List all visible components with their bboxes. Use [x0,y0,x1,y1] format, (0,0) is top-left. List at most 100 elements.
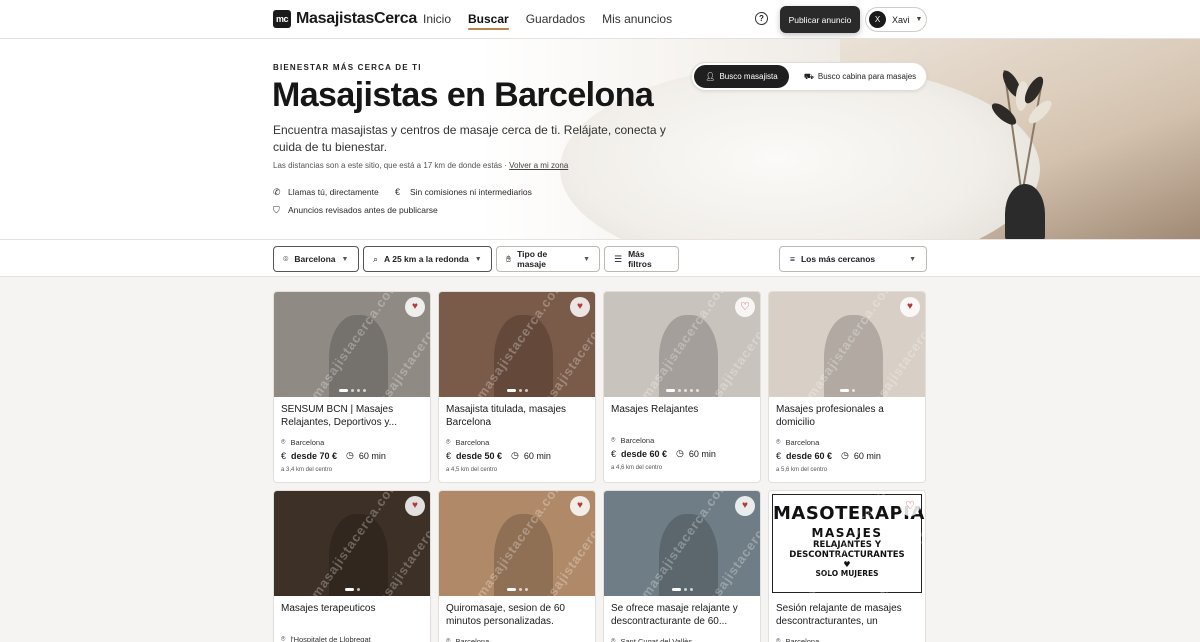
price-label: desde 60 € [786,450,833,461]
map-pin-icon: ⌾ [446,636,451,642]
listing-price: € desde 60 € ◷ 60 min [776,450,881,461]
listing-price: € desde 50 € ◷ 60 min [446,450,551,461]
listing-title[interactable]: Masajes profesionales a domicilio [776,403,920,429]
favorite-heart-icon[interactable]: ♥ [570,496,590,516]
carousel-dot[interactable] [362,389,366,392]
carousel-dot[interactable] [356,588,360,591]
feature-label: Sin comisiones ni intermediarios [410,187,532,197]
chevron-down-icon: ▼ [915,16,923,23]
duration-label: 60 min [688,448,716,459]
carousel-dot[interactable] [344,588,354,591]
listing-title[interactable]: Se ofrece masaje relajante y descontract… [611,602,755,628]
more-filters-button[interactable]: ☰ Más filtros [604,246,679,272]
listing-photo[interactable]: masajistacerca.com masajistacerca.com ♥ [274,491,430,596]
carousel-dot[interactable] [518,389,522,392]
nav-link-mis-anuncios[interactable]: Mis anuncios [602,12,672,26]
favorite-heart-icon[interactable]: ♥ [405,496,425,516]
clock-icon: ◷ [511,450,519,460]
listing-distance: a 4,5 km del centro [446,467,498,473]
carousel-dot[interactable] [671,588,681,591]
brand-logo[interactable]: mc MasajistasCerca [273,10,417,28]
back-to-my-zone-link[interactable]: Volver a mi zona [509,161,568,170]
carousel-dot[interactable] [683,588,687,591]
shield-check-icon: ⛉ [273,204,280,215]
toggle-label: Busco masajista [719,72,778,81]
feature-call-direct: ✆ Llamas tú, directamente [273,187,379,197]
price-label: desde 60 € [621,448,668,459]
toggle-busco-masajista[interactable]: 👤︎ Busco masajista [694,65,789,88]
carousel-dot[interactable] [677,389,681,392]
bed-icon: ⛟ [803,71,814,81]
nav-link-inicio[interactable]: Inicio [423,12,451,26]
carousel-dot[interactable] [338,389,348,392]
location-label: Barcelona [785,636,820,642]
listing-photo[interactable]: masajistacerca.com masajistacerca.com ♡ [604,292,760,397]
carousel-dot[interactable] [695,389,699,392]
location-label: Sant Cugat del Vallès [620,636,693,642]
favorite-heart-icon[interactable]: ♥ [570,297,590,317]
toggle-busco-cabina[interactable]: ⛟ Busco cabina para masajes [796,65,924,88]
carousel-dot[interactable] [524,588,528,591]
hero-eyebrow: BIENESTAR MÁS CERCA DE TI [273,63,422,72]
carousel-dot[interactable] [524,389,528,392]
carousel-dot[interactable] [839,389,849,392]
listing-title[interactable]: Masajista titulada, masajes Barcelona [446,403,590,429]
location-label: Barcelona [455,437,490,447]
clock-icon: ◷ [346,450,354,460]
feature-label: Anuncios revisados antes de publicarse [288,205,438,215]
nav-link-guardados[interactable]: Guardados [526,12,585,26]
listing-card[interactable]: masajistacerca.com masajistacerca.com ♥ SEN… [273,291,431,483]
nav-link-buscar[interactable]: Buscar [468,12,509,30]
carousel-dot[interactable] [851,389,855,392]
carousel-dots [604,588,760,591]
radius-filter-button[interactable]: ⌕ A 25 km a la redonda ▼ [363,246,492,272]
carousel-dot[interactable] [350,389,354,392]
more-filters-label: Más filtros [628,249,652,269]
listing-photo[interactable]: MASOTERAPIA MASAJES RELAJANTES Y DESCONTRAC… [769,491,925,596]
listing-title[interactable]: SENSUM BCN | Masajes Relajantes, Deporti… [281,403,425,429]
listing-photo[interactable]: masajistacerca.com masajistacerca.com ♥ [604,491,760,596]
listing-title[interactable]: Masajes terapeuticos [281,602,425,615]
carousel-dot[interactable] [518,588,522,591]
listing-title[interactable]: Masajes Relajantes [611,403,755,416]
user-menu-button[interactable]: X Xavi ▼ [865,7,927,32]
carousel-dot[interactable] [683,389,687,392]
listing-photo[interactable]: masajistacerca.com masajistacerca.com ♥ [439,491,595,596]
listing-card[interactable]: masajistacerca.com masajistacerca.com ♡ Mas… [603,291,761,483]
map-pin-icon: ⌾ [446,437,451,446]
listing-card[interactable]: masajistacerca.com masajistacerca.com ♥ Qui… [438,490,596,642]
filter-bar: ⌾ Barcelona ▼ ⌕ A 25 km a la redonda ▼ ✋… [0,239,1200,277]
listing-title[interactable]: Quiromasaje, sesion de 60 minutos person… [446,602,590,628]
top-nav: mc MasajistasCerca Inicio Buscar Guardad… [0,0,1200,39]
listing-card[interactable]: masajistacerca.com masajistacerca.com ♥ Se … [603,490,761,642]
euro-icon: € [611,448,617,459]
listing-card[interactable]: masajistacerca.com masajistacerca.com ♥ Mas… [438,291,596,483]
city-filter-button[interactable]: ⌾ Barcelona ▼ [273,246,359,272]
favorite-heart-icon[interactable]: ♡ [900,496,920,516]
sort-select[interactable]: ≡ Los más cercanos ▼ [779,246,927,272]
brand-name: MasajistasCerca [296,10,417,27]
listing-photo[interactable]: masajistacerca.com masajistacerca.com ♥ [769,292,925,397]
listing-card[interactable]: MASOTERAPIA MASAJES RELAJANTES Y DESCONTRAC… [768,490,926,642]
carousel-dot[interactable] [689,389,693,392]
publish-button[interactable]: Publicar anuncio [780,6,860,33]
location-label: Barcelona [620,435,655,445]
carousel-dot[interactable] [665,389,675,392]
phone-icon: ✆ [273,186,281,197]
type-filter-button[interactable]: ✋︎ Tipo de masaje ▼ [496,246,600,272]
listing-title[interactable]: Sesión relajante de masajes descontractu… [776,602,920,628]
favorite-heart-icon[interactable]: ♡ [735,297,755,317]
listing-photo[interactable]: masajistacerca.com masajistacerca.com ♥ [439,292,595,397]
help-icon[interactable]: ? [755,12,768,25]
carousel-dot[interactable] [506,588,516,591]
listing-card[interactable]: masajistacerca.com masajistacerca.com ♥ Mas… [768,291,926,483]
favorite-heart-icon[interactable]: ♥ [735,496,755,516]
listing-card[interactable]: masajistacerca.com masajistacerca.com ♥ Mas… [273,490,431,642]
favorite-heart-icon[interactable]: ♥ [405,297,425,317]
duration-label: 60 min [853,450,881,461]
favorite-heart-icon[interactable]: ♥ [900,297,920,317]
carousel-dot[interactable] [506,389,516,392]
carousel-dot[interactable] [689,588,693,591]
listing-photo[interactable]: masajistacerca.com masajistacerca.com ♥ [274,292,430,397]
carousel-dot[interactable] [356,389,360,392]
